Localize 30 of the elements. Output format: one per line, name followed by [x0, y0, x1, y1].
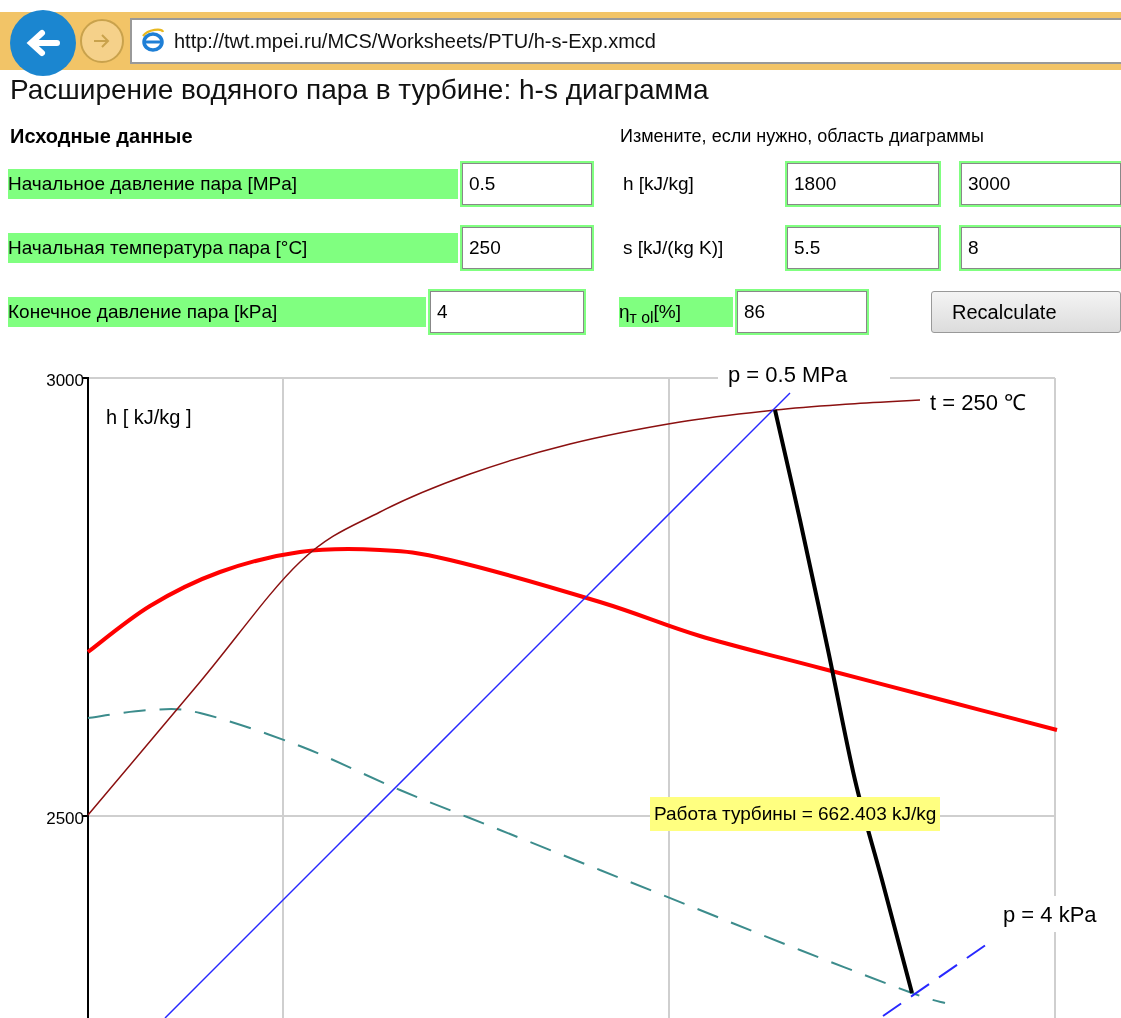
section-heading: Исходные данные: [10, 124, 194, 148]
input-field[interactable]: 250: [462, 227, 592, 269]
tick-label: 3000: [46, 371, 84, 390]
field-label: Конечное давление пара [kPa]: [8, 297, 426, 327]
page-title: Расширение водяного пара в турбине: h-s диаграмма: [10, 74, 710, 106]
curve-label: p = 0.5 MPa: [728, 362, 848, 387]
input-field[interactable]: 4: [430, 291, 584, 333]
curve-label: t = 250 ℃: [930, 390, 1026, 415]
input-field[interactable]: 3000: [961, 163, 1121, 205]
field-label: η$_{т ol}$[%]: [619, 297, 733, 327]
input-field[interactable]: 0.5: [462, 163, 592, 205]
forward-arrow-icon: [92, 32, 112, 50]
tick-label: 2500: [46, 809, 84, 828]
input-field[interactable]: 8: [961, 227, 1121, 269]
field-label: h [kJ/kg]: [623, 173, 695, 195]
browser-logo-icon: [140, 28, 166, 54]
input-field[interactable]: 5.5: [787, 227, 939, 269]
input-field[interactable]: 86: [737, 291, 867, 333]
recalculate-button[interactable]: Recalculate: [931, 291, 1121, 333]
url-text: http://twt.mpei.ru/MCS/Worksheets/PTU/h-s-Exp.xmcd: [174, 29, 656, 53]
field-label: Начальное давление пара [MPa]: [8, 169, 458, 199]
field-label: Начальная температура пара [°C]: [8, 233, 458, 263]
address-bar[interactable]: http://twt.mpei.ru/MCS/Worksheets/PTU/h-s-Exp.xmcd: [130, 18, 1121, 64]
result-label: Работа турбины = 662.403 kJ/kg: [650, 797, 941, 831]
hint-text: Измените, если нужно, область диаграммы: [620, 125, 984, 147]
curve-label: p = 4 kPa: [1003, 902, 1097, 927]
back-arrow-icon: [25, 28, 61, 58]
field-label: s [kJ/(kg K)]: [623, 237, 725, 259]
axis-label: h [ kJ/kg ]: [106, 406, 192, 428]
input-field[interactable]: 1800: [787, 163, 939, 205]
